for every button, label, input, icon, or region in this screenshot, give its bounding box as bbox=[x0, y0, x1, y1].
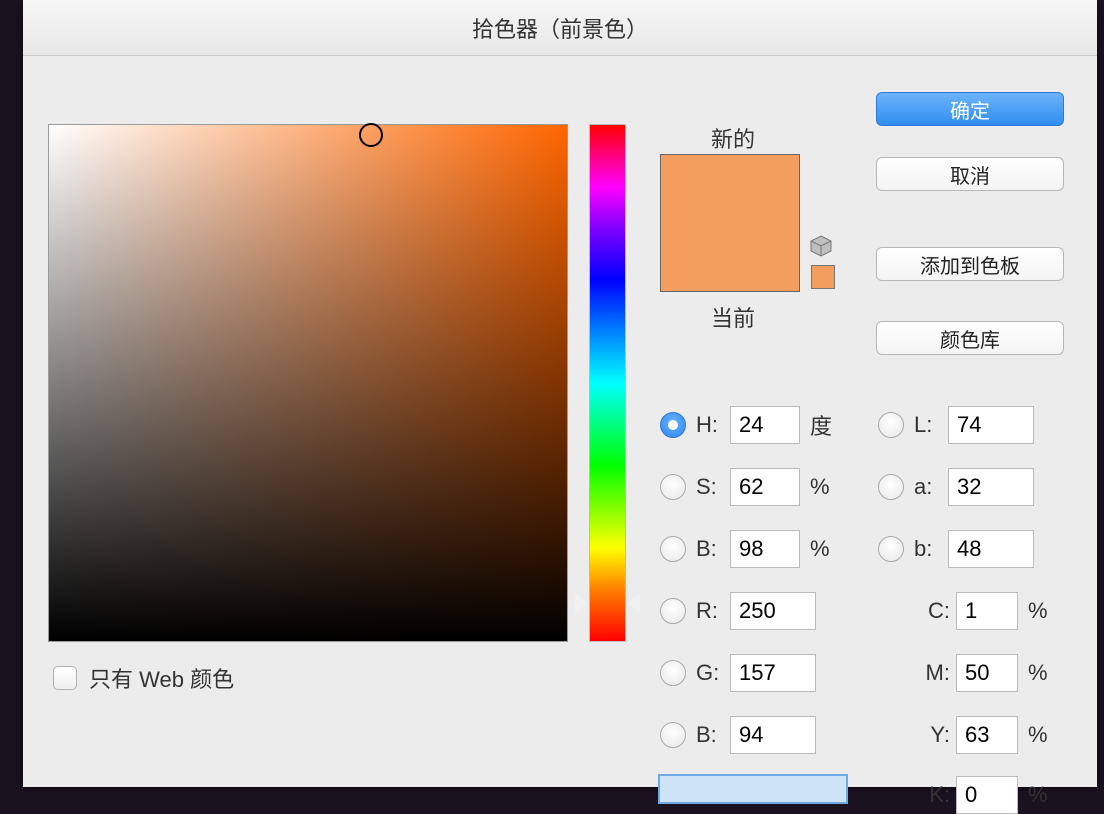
input-k[interactable] bbox=[956, 776, 1018, 814]
label-a: a: bbox=[914, 474, 948, 500]
dialog-content: 新的 当前 确定 取消 添加到色板 颜色库 H: 度 bbox=[23, 56, 1097, 787]
unit-s: % bbox=[810, 474, 840, 500]
input-b-brightness[interactable] bbox=[730, 530, 800, 568]
input-L[interactable] bbox=[948, 406, 1034, 444]
input-g[interactable] bbox=[730, 654, 816, 692]
radio-a[interactable] bbox=[878, 474, 904, 500]
unit-m: % bbox=[1028, 660, 1058, 686]
unit-h: 度 bbox=[810, 409, 840, 441]
saturation-brightness-field[interactable] bbox=[48, 124, 568, 642]
radio-lab-b[interactable] bbox=[878, 536, 904, 562]
input-a[interactable] bbox=[948, 468, 1034, 506]
radio-L[interactable] bbox=[878, 412, 904, 438]
gamut-warning-icon[interactable] bbox=[809, 234, 833, 258]
input-b-blue[interactable] bbox=[730, 716, 816, 754]
radio-b-brightness[interactable] bbox=[660, 536, 686, 562]
label-k: K: bbox=[916, 782, 950, 808]
closest-color-swatch[interactable] bbox=[811, 265, 835, 289]
input-y[interactable] bbox=[956, 716, 1018, 754]
label-y: Y: bbox=[916, 722, 950, 748]
label-c: C: bbox=[916, 598, 950, 624]
add-to-swatches-button[interactable]: 添加到色板 bbox=[876, 247, 1064, 281]
label-r: R: bbox=[696, 598, 730, 624]
new-color-label: 新的 bbox=[658, 122, 808, 154]
label-L: L: bbox=[914, 412, 948, 438]
label-m: M: bbox=[916, 660, 950, 686]
input-h[interactable] bbox=[730, 406, 800, 444]
color-swatch bbox=[660, 154, 800, 292]
hue-marker-right[interactable] bbox=[628, 593, 640, 613]
color-picker-dialog: 拾色器（前景色） 新的 当前 确定 取消 bbox=[23, 0, 1097, 787]
web-colors-checkbox[interactable] bbox=[53, 666, 77, 690]
hue-bar[interactable] bbox=[589, 124, 626, 642]
unit-k: % bbox=[1028, 782, 1058, 808]
hex-input[interactable] bbox=[658, 774, 848, 804]
label-b-blue: B: bbox=[696, 722, 730, 748]
input-c[interactable] bbox=[956, 592, 1018, 630]
web-colors-label: 只有 Web 颜色 bbox=[89, 662, 234, 694]
unit-c: % bbox=[1028, 598, 1058, 624]
input-s[interactable] bbox=[730, 468, 800, 506]
radio-h[interactable] bbox=[660, 412, 686, 438]
unit-b-brightness: % bbox=[810, 536, 840, 562]
label-lab-b: b: bbox=[914, 536, 948, 562]
label-s: S: bbox=[696, 474, 730, 500]
unit-y: % bbox=[1028, 722, 1058, 748]
input-m[interactable] bbox=[956, 654, 1018, 692]
input-r[interactable] bbox=[730, 592, 816, 630]
label-h: H: bbox=[696, 412, 730, 438]
radio-s[interactable] bbox=[660, 474, 686, 500]
color-libraries-button[interactable]: 颜色库 bbox=[876, 321, 1064, 355]
titlebar: 拾色器（前景色） bbox=[23, 0, 1097, 56]
radio-b-blue[interactable] bbox=[660, 722, 686, 748]
label-g: G: bbox=[696, 660, 730, 686]
sb-picker-handle[interactable] bbox=[359, 123, 383, 147]
new-color-swatch[interactable] bbox=[661, 155, 799, 223]
hue-marker-left[interactable] bbox=[575, 593, 587, 613]
web-colors-only-row: 只有 Web 颜色 bbox=[53, 662, 234, 694]
dialog-title: 拾色器（前景色） bbox=[472, 12, 648, 44]
radio-g[interactable] bbox=[660, 660, 686, 686]
radio-r[interactable] bbox=[660, 598, 686, 624]
ok-button[interactable]: 确定 bbox=[876, 92, 1064, 126]
cancel-button[interactable]: 取消 bbox=[876, 157, 1064, 191]
label-b-brightness: B: bbox=[696, 536, 730, 562]
current-color-label: 当前 bbox=[658, 301, 808, 333]
input-lab-b[interactable] bbox=[948, 530, 1034, 568]
current-color-swatch[interactable] bbox=[661, 223, 799, 291]
